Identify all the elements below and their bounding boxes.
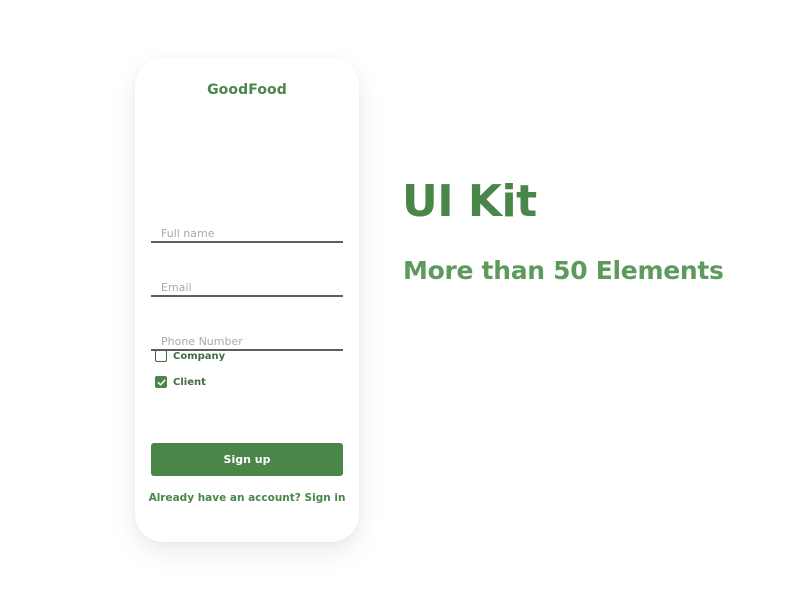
checkmark-icon [157,378,165,386]
full-name-field [151,215,343,243]
company-checkbox[interactable] [155,350,167,362]
client-checkbox-label: Client [173,376,206,388]
app-title: GoodFood [207,82,287,98]
sign-up-button[interactable]: Sign up [151,443,343,476]
company-checkbox-row[interactable]: Company [155,349,225,363]
hero-title: UI Kit [402,176,537,227]
sign-in-link[interactable]: Already have an account? Sign in [135,492,359,504]
hero-subtitle: More than 50 Elements [403,256,724,285]
signup-card: GoodFood Company Client Sign up Already … [135,58,359,542]
email-field [151,269,343,297]
company-checkbox-label: Company [173,350,226,362]
client-checkbox-row[interactable]: Client [155,375,206,389]
phone-number-field [151,323,343,351]
full-name-input[interactable] [161,227,339,240]
email-input[interactable] [161,281,339,294]
phone-number-input[interactable] [161,335,339,348]
client-checkbox[interactable] [155,376,167,388]
